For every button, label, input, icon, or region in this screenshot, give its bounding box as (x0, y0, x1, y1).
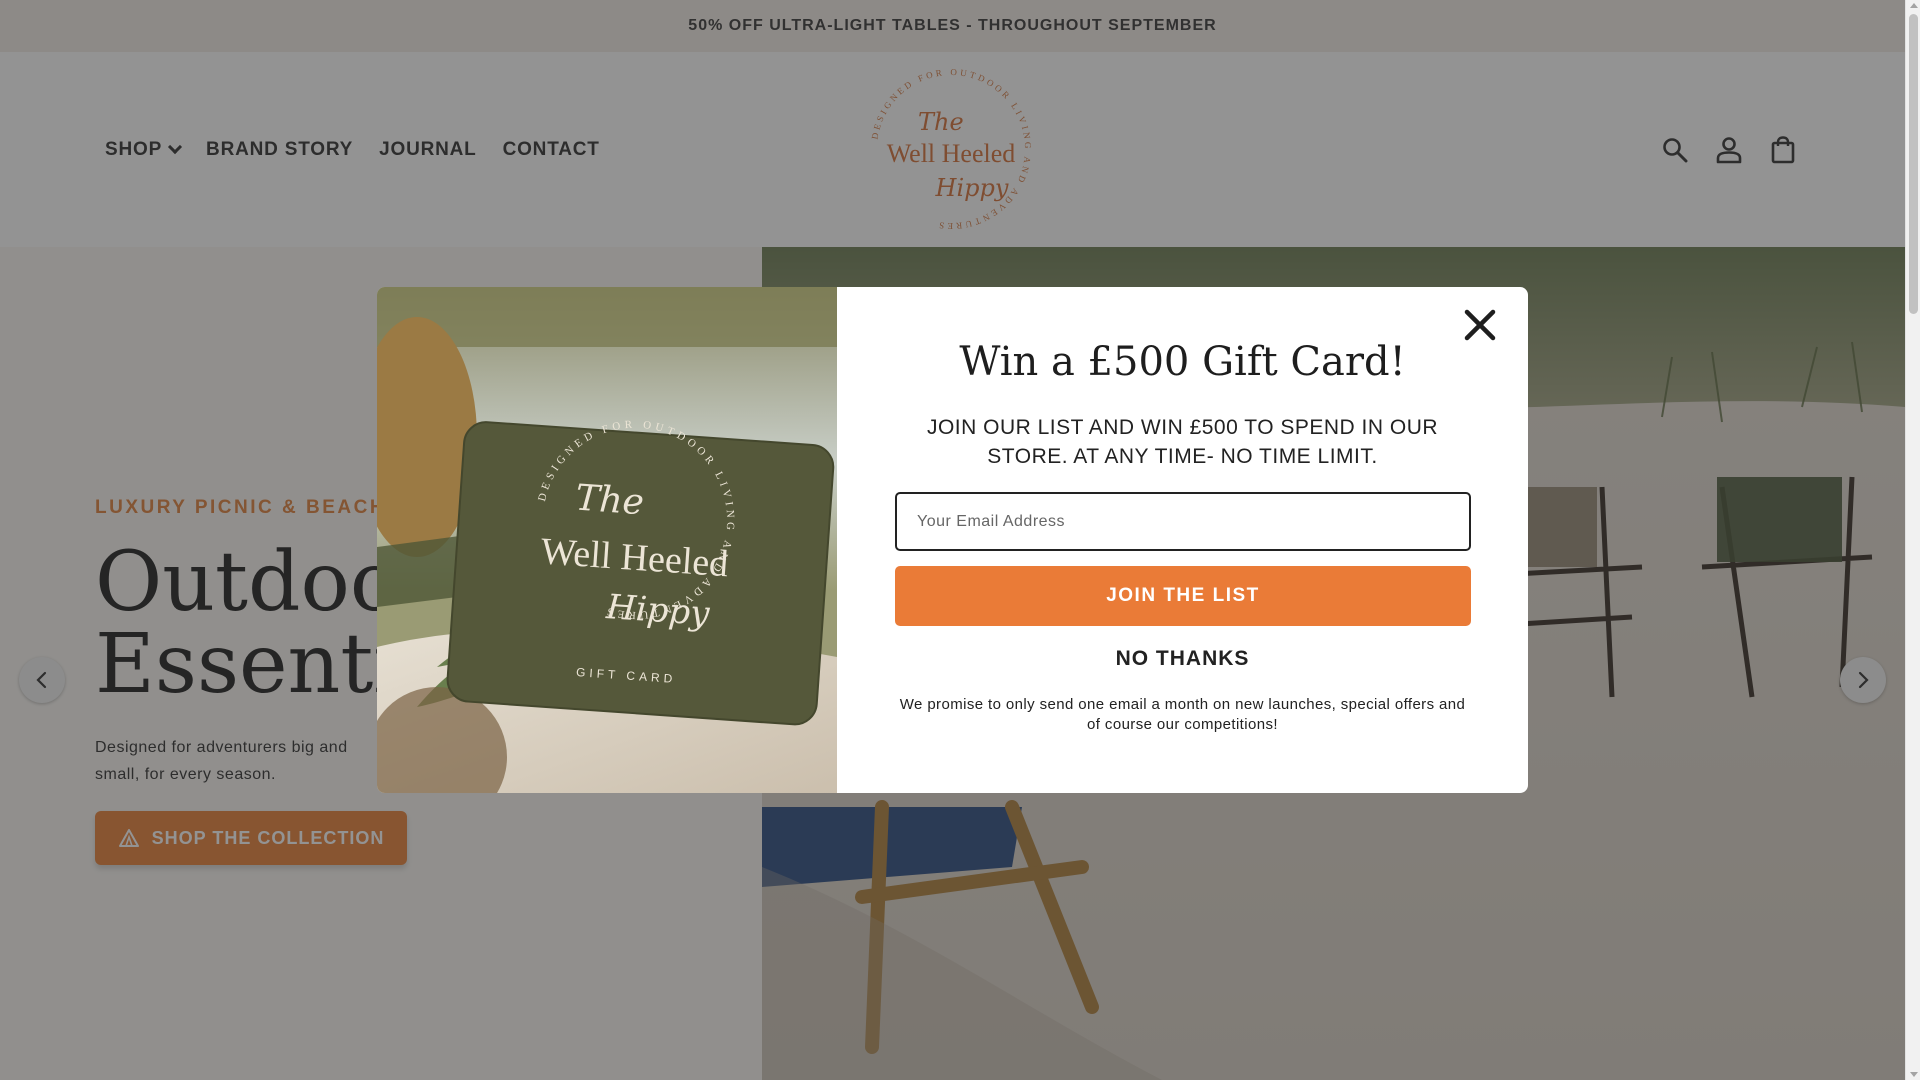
join-list-button[interactable]: JOIN THE LIST (895, 566, 1471, 626)
gift-card-photo: DESIGNED FOR OUTDOOR LIVING AND ADVENTUR… (377, 287, 837, 793)
modal-content: Win a £500 Gift Card! JOIN OUR LIST AND … (837, 287, 1528, 793)
page-scrollbar[interactable] (1905, 0, 1920, 1080)
card-line1: The (574, 478, 645, 524)
email-input[interactable] (895, 492, 1471, 551)
no-thanks-button[interactable]: NO THANKS (837, 647, 1528, 671)
modal-subtitle: JOIN OUR LIST AND WIN £500 TO SPEND IN O… (926, 416, 1439, 468)
modal-close-button[interactable] (1462, 307, 1498, 343)
scrollbar-thumb[interactable] (1909, 14, 1918, 314)
modal-title: Win a £500 Gift Card! (959, 339, 1406, 385)
gift-card-image: DESIGNED FOR OUTDOOR LIVING AND ADVENTUR… (377, 287, 837, 793)
modal-fine-print: We promise to only send one email a mont… (899, 696, 1466, 733)
newsletter-modal: DESIGNED FOR OUTDOOR LIVING AND ADVENTUR… (377, 287, 1528, 793)
scroll-down-icon[interactable] (1910, 1072, 1918, 1077)
close-icon (1464, 309, 1496, 341)
scroll-up-icon[interactable] (1910, 3, 1918, 8)
card-line3: Hippy (604, 587, 712, 634)
